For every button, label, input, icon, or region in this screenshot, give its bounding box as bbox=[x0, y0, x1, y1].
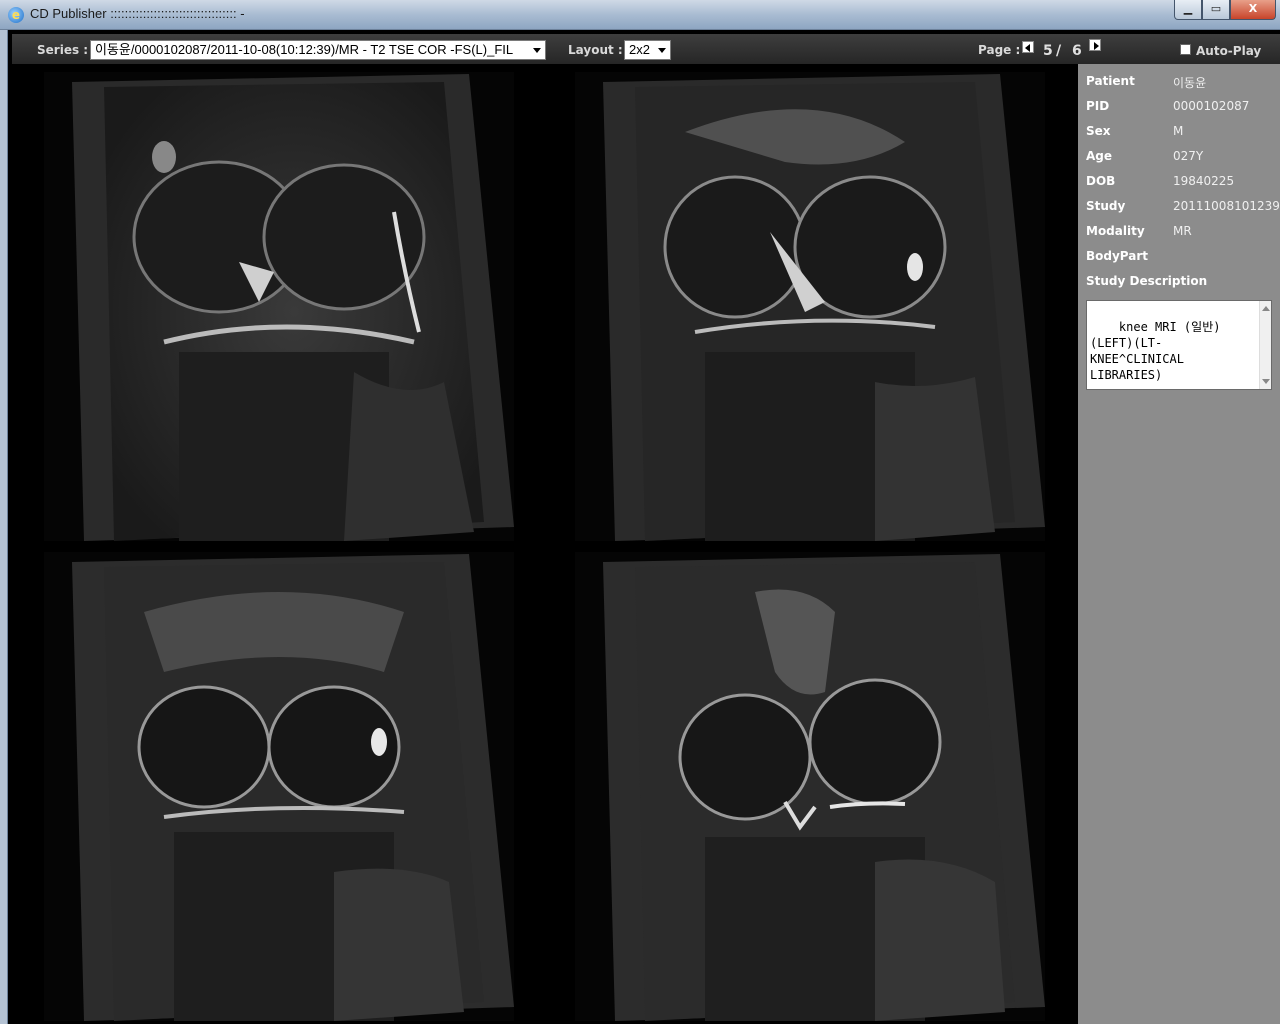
mri-image bbox=[72, 554, 514, 1021]
internet-explorer-icon: e bbox=[8, 7, 24, 23]
window-controls: ▁ ▭ X bbox=[1174, 0, 1276, 20]
window-title: CD Publisher :::::::::::::::::::::::::::… bbox=[30, 6, 245, 21]
patient-label: Patient bbox=[1086, 74, 1135, 88]
patient-info-panel: Patient 이동윤 PID 0000102087 Sex M Age 027… bbox=[1078, 64, 1280, 1024]
viewer-toolbar: Series : 이동윤/0000102087/2011-10-08(10:12… bbox=[12, 34, 1280, 64]
patient-value: 이동윤 bbox=[1173, 76, 1207, 90]
layout-select[interactable]: 2x2 bbox=[624, 40, 671, 60]
window-title-bar: e CD Publisher :::::::::::::::::::::::::… bbox=[0, 0, 1280, 30]
pid-value: 0000102087 bbox=[1173, 99, 1250, 113]
mri-slice-3[interactable] bbox=[44, 552, 514, 1021]
info-row-pid: PID 0000102087 bbox=[1086, 99, 1276, 115]
mri-image bbox=[603, 74, 1045, 541]
mri-slice-1[interactable] bbox=[44, 72, 514, 541]
next-arrow-icon bbox=[1094, 42, 1099, 50]
info-row-study-description: Study Description bbox=[1086, 274, 1276, 290]
maximize-button[interactable]: ▭ bbox=[1202, 0, 1230, 20]
page-label: Page : bbox=[978, 43, 1021, 57]
minimize-button[interactable]: ▁ bbox=[1174, 0, 1202, 20]
page-separator: / bbox=[1056, 43, 1062, 59]
study-description-textarea[interactable]: knee MRI (일반) (LEFT)(LT- KNEE^CLINICAL L… bbox=[1086, 300, 1272, 390]
autoplay-label[interactable]: Auto-Play bbox=[1196, 44, 1261, 58]
series-select[interactable]: 이동윤/0000102087/2011-10-08(10:12:39)/MR -… bbox=[90, 40, 546, 60]
close-button[interactable]: X bbox=[1230, 0, 1276, 20]
age-value: 027Y bbox=[1173, 149, 1204, 163]
next-page-button[interactable] bbox=[1089, 39, 1101, 51]
previous-page-button[interactable] bbox=[1022, 41, 1034, 53]
dob-value: 19840225 bbox=[1173, 174, 1235, 188]
page-total: 6 bbox=[1072, 43, 1082, 59]
info-row-patient: Patient 이동윤 bbox=[1086, 74, 1276, 90]
sex-value: M bbox=[1173, 124, 1184, 138]
info-row-age: Age 027Y bbox=[1086, 149, 1276, 165]
window-frame-left bbox=[0, 30, 8, 1024]
modality-label: Modality bbox=[1086, 224, 1145, 238]
previous-arrow-icon bbox=[1025, 44, 1030, 52]
study-value: 20111008101239 bbox=[1173, 199, 1280, 213]
dropdown-arrow-icon bbox=[658, 48, 666, 53]
scroll-down-icon[interactable] bbox=[1262, 379, 1270, 384]
bodypart-label: BodyPart bbox=[1086, 249, 1149, 263]
modality-value: MR bbox=[1173, 224, 1192, 238]
series-select-value: 이동윤/0000102087/2011-10-08(10:12:39)/MR -… bbox=[95, 42, 514, 57]
study-description-label: Study Description bbox=[1086, 274, 1208, 288]
scroll-up-icon[interactable] bbox=[1262, 306, 1270, 311]
page-current: 5 bbox=[1043, 43, 1053, 59]
info-row-dob: DOB 19840225 bbox=[1086, 174, 1276, 190]
info-row-study: Study 20111008101239 bbox=[1086, 199, 1280, 215]
sex-label: Sex bbox=[1086, 124, 1111, 138]
image-viewer[interactable] bbox=[12, 64, 1078, 1024]
study-description-value: knee MRI (일반) (LEFT)(LT- KNEE^CLINICAL L… bbox=[1090, 320, 1221, 382]
mri-image bbox=[603, 554, 1045, 1021]
study-description-scrollbar[interactable] bbox=[1259, 301, 1271, 389]
layout-select-value: 2x2 bbox=[629, 42, 650, 57]
info-row-modality: Modality MR bbox=[1086, 224, 1276, 240]
info-row-sex: Sex M bbox=[1086, 124, 1276, 140]
pid-label: PID bbox=[1086, 99, 1110, 113]
mri-image bbox=[72, 74, 514, 541]
info-row-bodypart: BodyPart bbox=[1086, 249, 1276, 265]
layout-label: Layout : bbox=[568, 43, 623, 57]
series-label: Series : bbox=[37, 43, 89, 57]
age-label: Age bbox=[1086, 149, 1113, 163]
study-label: Study bbox=[1086, 199, 1126, 213]
autoplay-checkbox[interactable] bbox=[1180, 44, 1191, 55]
mri-slice-2[interactable] bbox=[575, 72, 1045, 541]
dropdown-arrow-icon bbox=[533, 48, 541, 53]
mri-slice-4[interactable] bbox=[575, 552, 1045, 1021]
dob-label: DOB bbox=[1086, 174, 1116, 188]
